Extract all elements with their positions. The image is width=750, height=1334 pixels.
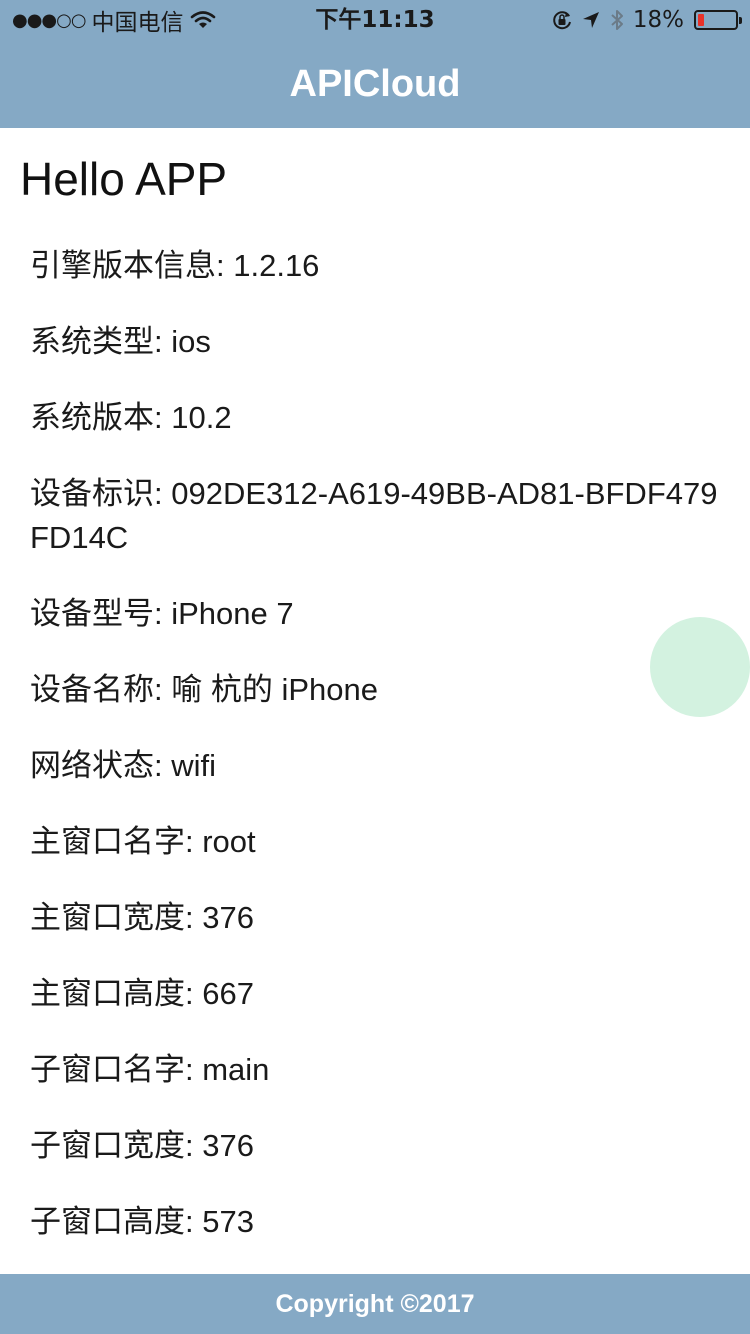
battery-percent: 18%: [632, 7, 684, 33]
info-separator: :: [154, 672, 172, 707]
info-label: 主窗口名字: [30, 824, 185, 859]
info-item: 系统类型: ios: [30, 320, 720, 364]
info-separator: :: [154, 748, 172, 783]
info-separator: :: [185, 1052, 203, 1087]
info-item: 系统版本: 10.2: [30, 396, 720, 440]
info-separator: :: [154, 596, 172, 631]
battery-level: [698, 14, 705, 26]
info-label: 引擎版本信息: [30, 248, 216, 283]
footer-bar: Copyright ©2017: [0, 1274, 750, 1334]
page-heading: Hello APP: [20, 153, 228, 205]
info-value: iPhone 7: [171, 596, 294, 631]
status-bar: ●●●○○ 中国电信 下午11:13 18%: [0, 0, 750, 40]
info-item: 子窗口宽度: 376: [30, 1124, 720, 1168]
info-label: 主窗口高度: [30, 976, 185, 1011]
info-label: 系统版本: [30, 400, 154, 435]
info-label: 子窗口高度: [30, 1204, 185, 1239]
nav-bar: APICloud: [0, 40, 750, 128]
top-bar: ●●●○○ 中国电信 下午11:13 18% APICloud: [0, 0, 750, 128]
info-label: 设备型号: [30, 596, 154, 631]
info-value: main: [202, 1052, 270, 1087]
info-separator: :: [185, 824, 203, 859]
info-value: 667: [202, 976, 254, 1011]
info-value: wifi: [171, 748, 217, 783]
info-label: 设备标识: [30, 476, 154, 511]
info-item: 设备名称: 喻 杭的 iPhone: [30, 668, 720, 712]
info-item: 子窗口名字: main: [30, 1048, 720, 1092]
info-separator: :: [185, 976, 203, 1011]
status-right: 18%: [551, 6, 742, 34]
info-separator: :: [185, 900, 203, 935]
info-item: 网络状态: wifi: [30, 744, 720, 788]
info-value: 376: [202, 1128, 254, 1163]
info-separator: :: [154, 476, 172, 511]
info-value: root: [202, 824, 256, 859]
rotation-lock-icon: [551, 9, 573, 31]
bluetooth-icon: [609, 8, 625, 32]
location-arrow-icon: [581, 10, 601, 30]
info-separator: :: [185, 1128, 203, 1163]
info-value: ios: [171, 324, 211, 359]
info-item: 主窗口名字: root: [30, 820, 720, 864]
info-item: 主窗口高度: 667: [30, 972, 720, 1016]
info-item: 引擎版本信息: 1.2.16: [30, 244, 720, 288]
info-label: 子窗口名字: [30, 1052, 185, 1087]
info-separator: :: [154, 324, 172, 359]
info-label: 设备名称: [30, 672, 154, 707]
info-list: 引擎版本信息: 1.2.16 系统类型: ios 系统版本: 10.2 设备标识: 0…: [30, 244, 720, 1276]
battery-icon: [694, 10, 742, 30]
info-separator: :: [154, 400, 172, 435]
info-item: 子窗口高度: 573: [30, 1200, 720, 1244]
info-separator: :: [185, 1204, 203, 1239]
info-item: 主窗口宽度: 376: [30, 896, 720, 940]
info-value: 喻 杭的 iPhone: [171, 672, 378, 707]
info-value: 10.2: [171, 400, 232, 435]
info-value: 376: [202, 900, 254, 935]
info-label: 系统类型: [30, 324, 154, 359]
info-label: 主窗口宽度: [30, 900, 185, 935]
info-item: 设备型号: iPhone 7: [30, 592, 720, 636]
info-label: 子窗口宽度: [30, 1128, 185, 1163]
info-label: 网络状态: [30, 748, 154, 783]
floating-assistive-ball[interactable]: [650, 617, 750, 717]
info-item: 设备标识: 092DE312-A619-49BB-AD81-BFDF479FD1…: [30, 472, 720, 560]
info-value: 573: [202, 1204, 254, 1239]
footer-copyright: Copyright ©2017: [275, 1289, 475, 1318]
info-value: 1.2.16: [233, 248, 320, 283]
info-separator: :: [216, 248, 234, 283]
app-title: APICloud: [289, 62, 461, 105]
